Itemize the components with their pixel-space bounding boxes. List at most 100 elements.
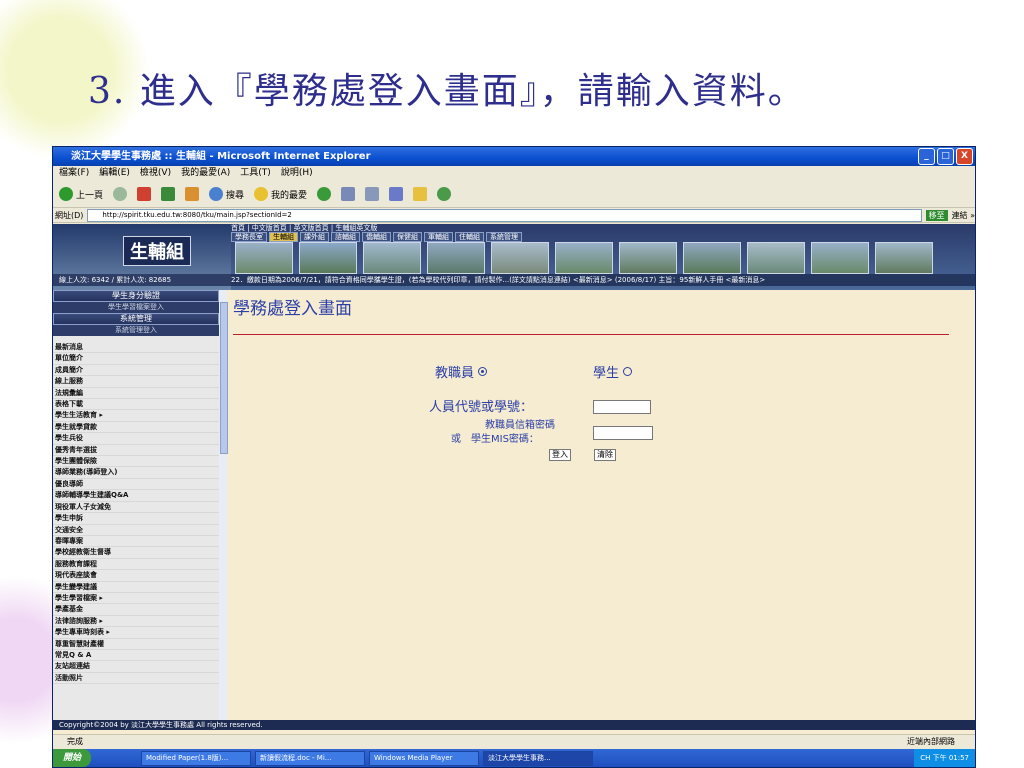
sidebar-item[interactable]: 常見Q & A [53, 650, 219, 662]
tab-extracurricular[interactable]: 課外組 [300, 232, 329, 242]
login-button[interactable]: 登入 [549, 449, 571, 461]
address-input[interactable]: http://spirit.tku.edu.tw:8080/tku/main.j… [87, 208, 922, 222]
id-input[interactable] [593, 400, 651, 414]
sidebar-item[interactable]: 學生學習檔案 ▸ [53, 593, 219, 605]
sidebar-item[interactable]: 單位簡介 [53, 353, 219, 365]
sidebar-item[interactable]: 學生就學貸款 [53, 422, 219, 434]
mail-icon[interactable] [341, 187, 356, 201]
start-button[interactable]: 開始 [53, 749, 92, 767]
sidebar-item[interactable]: 服務教育課程 [53, 559, 219, 571]
print-icon[interactable] [365, 187, 380, 201]
close-button[interactable]: X [956, 148, 973, 165]
tab-overseas[interactable]: 僑輔組 [362, 232, 391, 242]
forward-arrow-icon[interactable] [113, 187, 128, 201]
role-staff-radio[interactable] [478, 367, 488, 376]
sidebar-item[interactable]: 現役軍人子女減免 [53, 502, 219, 514]
student-portfolio-login-link[interactable]: 學生學習檔案登入 [53, 302, 219, 313]
role-student-option[interactable]: 學生 [593, 362, 633, 381]
sidebar-item[interactable]: 線上服務 [53, 376, 219, 388]
tab-health[interactable]: 保健組 [393, 232, 422, 242]
tab-guidance[interactable]: 生輔組 [269, 232, 298, 242]
news-marquee[interactable]: 22．繳款日期為2006/7/21，請符合資格同學攜學生證，(若為學校代列印章，… [231, 274, 975, 286]
links-button[interactable]: 連結 » [952, 210, 975, 221]
menu-file[interactable]: 檔案(F) [59, 166, 89, 181]
tab-housing[interactable]: 住輔組 [455, 232, 484, 242]
back-arrow-icon [59, 187, 73, 201]
task-item[interactable]: Windows Media Player [369, 750, 480, 766]
sidebar-item[interactable]: 學生專車時刻表 ▸ [53, 627, 219, 639]
sidebar-item[interactable]: 友站超連結 [53, 661, 219, 673]
campus-photo [875, 242, 933, 274]
word-icon[interactable] [389, 187, 404, 201]
window-title: 淡江大學學生事務處 :: 生輔組 - Microsoft Internet Ex… [71, 151, 371, 162]
menu-favorites[interactable]: 我的最愛(A) [181, 166, 230, 181]
sidebar-item[interactable]: 成員簡介 [53, 365, 219, 377]
sidebar-item[interactable]: 最新消息 [53, 342, 219, 354]
tab-military[interactable]: 軍輔組 [424, 232, 453, 242]
sidebar-item[interactable]: 法律諮詢服務 ▸ [53, 616, 219, 628]
sidebar-section-admin: 系統管理 [53, 313, 219, 325]
sidebar-item[interactable]: 優良導師 [53, 479, 219, 491]
sidebar-item[interactable]: 學產基金 [53, 604, 219, 616]
clear-button[interactable]: 清除 [594, 449, 616, 461]
menu-help[interactable]: 說明(H) [281, 166, 313, 181]
system-tray-clock[interactable]: CH 下午 01:57 [914, 749, 975, 767]
sidebar-item[interactable]: 學生團體保險 [53, 456, 219, 468]
menu-tools[interactable]: 工具(T) [240, 166, 271, 181]
title-divider [233, 334, 949, 335]
password-input[interactable] [593, 426, 653, 440]
refresh-icon[interactable] [161, 187, 176, 201]
password-label-line2: 或 學生MIS密碼： [451, 434, 539, 445]
campus-photo [555, 242, 613, 274]
visitor-counter: 線上人次: 6342 / 累計人次: 82685 [53, 274, 231, 286]
sidebar-item[interactable]: 春暉專案 [53, 536, 219, 548]
sidebar-item[interactable]: 優秀青年選拔 [53, 445, 219, 457]
scrollbar-thumb[interactable] [220, 302, 228, 454]
toolbar: 上一頁 搜尋 我的最愛 [53, 181, 975, 208]
sidebar-item[interactable]: 導師輔導學生建議Q&A [53, 490, 219, 502]
task-item[interactable]: Modified Paper(1.8版)... [141, 750, 252, 766]
go-button[interactable]: 移至 [925, 209, 948, 221]
web-page: 生輔組 首頁 | 中文版首頁 | 英文版首頁 | 生輔組英文版 學務長室 生輔組… [53, 224, 975, 734]
maximize-button[interactable]: □ [937, 148, 954, 165]
sidebar-item[interactable]: 學生變學建議 [53, 582, 219, 593]
sidebar-section-identity: 學生身分驗證 [53, 290, 219, 302]
search-button[interactable]: 搜尋 [209, 187, 244, 201]
sidebar-item[interactable]: 學校經教衛生督導 [53, 547, 219, 559]
sidebar-item[interactable]: 表格下載 [53, 399, 219, 411]
sidebar-item[interactable]: 尊重智慧財產權 [53, 639, 219, 650]
role-staff-option[interactable]: 教職員 [435, 362, 488, 381]
sidebar-item[interactable]: 導師業務(導師登入) [53, 467, 219, 479]
status-bar: 完成 近端內部網路 [53, 734, 975, 749]
sidebar-scrollbar[interactable] [219, 290, 228, 720]
sidebar-item[interactable]: 活動照片 [53, 673, 219, 685]
task-item[interactable]: 淡江大學學生事務... [483, 750, 594, 766]
media-icon[interactable] [317, 187, 332, 201]
campus-photo [491, 242, 549, 274]
folder-icon[interactable] [413, 187, 428, 201]
campus-photo [747, 242, 805, 274]
sidebar-item[interactable]: 學生申訴 [53, 513, 219, 525]
tab-counseling[interactable]: 諮輔組 [331, 232, 360, 242]
sidebar-item[interactable]: 法規彙編 [53, 388, 219, 400]
role-student-radio[interactable] [623, 367, 633, 376]
home-icon[interactable] [185, 187, 200, 201]
task-item[interactable]: 新讀假流程.doc - Mi... [255, 750, 366, 766]
sidebar-item[interactable]: 學生生活教育 ▸ [53, 410, 219, 422]
sidebar: 學生身分驗證 學生學習檔案登入 系統管理 系統管理登入 最新消息 單位簡介 成員… [53, 290, 219, 720]
menu-edit[interactable]: 編輯(E) [99, 166, 130, 181]
back-button[interactable]: 上一頁 [59, 187, 103, 201]
stop-icon[interactable] [137, 187, 152, 201]
sidebar-item[interactable]: 學生兵役 [53, 433, 219, 445]
sidebar-item[interactable]: 交通安全 [53, 525, 219, 536]
messenger-icon[interactable] [437, 187, 452, 201]
tab-dean[interactable]: 學務長室 [231, 232, 267, 242]
top-links[interactable]: 首頁 | 中文版首頁 | 英文版首頁 | 生輔組英文版 [231, 224, 377, 232]
admin-login-link[interactable]: 系統管理登入 [53, 325, 219, 336]
menu-view[interactable]: 檢視(V) [140, 166, 171, 181]
tab-admin[interactable]: 系統管理 [486, 232, 522, 242]
sidebar-item[interactable]: 現代表座談會 [53, 570, 219, 582]
minimize-button[interactable]: _ [918, 148, 935, 165]
favorites-button[interactable]: 我的最愛 [254, 187, 307, 201]
campus-photo [427, 242, 485, 274]
